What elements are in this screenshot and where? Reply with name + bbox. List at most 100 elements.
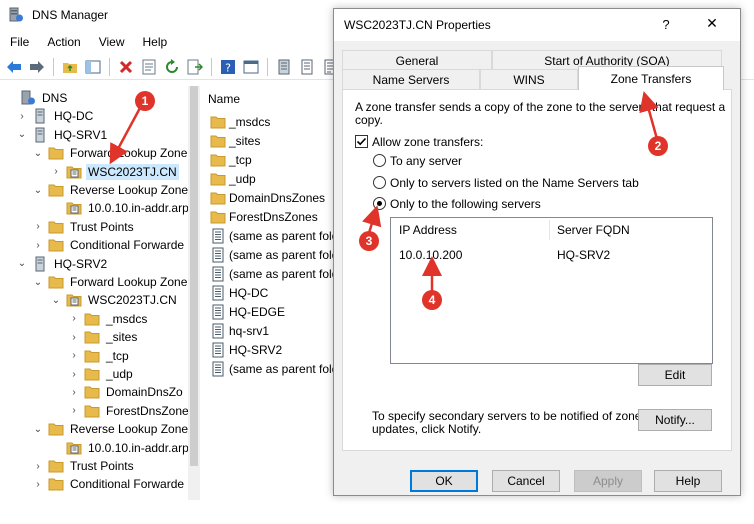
tree-item[interactable]: ⌄ WSC2023TJ.CN — [50, 291, 179, 309]
tree-item-label[interactable]: WSC2023TJ.CN — [86, 292, 179, 308]
menu-file[interactable]: File — [0, 35, 37, 49]
cancel-button[interactable]: Cancel — [492, 470, 560, 492]
tree-item[interactable]: ⌄ Forward Lookup Zone — [32, 144, 189, 162]
tree-item-label[interactable]: WSC2023TJ.CN — [86, 163, 179, 180]
list-item-label[interactable]: (same as parent fold — [229, 248, 334, 262]
tree-scrollbar-thumb[interactable] — [190, 86, 198, 466]
tree-item[interactable]: › WSC2023TJ.CN — [50, 163, 179, 181]
collapse-chevron-icon[interactable]: ⌄ — [50, 294, 62, 306]
menu-help[interactable]: Help — [133, 35, 176, 49]
back-arrow-icon[interactable] — [4, 57, 24, 77]
tree-item-label[interactable]: HQ-SRV2 — [52, 256, 109, 272]
tree-item-label[interactable]: DomainDnsZo — [104, 384, 185, 400]
tree-item-label[interactable]: Trust Points — [68, 219, 136, 235]
export-list-icon[interactable] — [185, 57, 205, 77]
list-item-label[interactable]: _msdcs — [229, 115, 270, 129]
server-ip-address[interactable]: 10.0.10.200 — [399, 248, 462, 262]
notify-button[interactable]: Notify... — [638, 409, 712, 431]
list-item-label[interactable]: HQ-EDGE — [229, 305, 285, 319]
column-header-server-fqdn[interactable]: Server FQDN — [551, 218, 630, 242]
dialog-close-icon[interactable]: ✕ — [704, 15, 720, 32]
list-item[interactable]: ForestDnsZones — [210, 208, 318, 226]
tree-item[interactable]: › Conditional Forwarde — [32, 236, 186, 254]
column-header-name[interactable]: Name — [208, 92, 240, 106]
allow-zone-transfers-checkbox[interactable] — [355, 135, 368, 148]
radio-any-server[interactable] — [373, 154, 386, 167]
tree-item-label[interactable]: HQ-SRV1 — [52, 127, 109, 143]
list-item-label[interactable]: _tcp — [229, 153, 252, 167]
refresh-icon[interactable] — [162, 57, 182, 77]
forward-arrow-icon[interactable] — [27, 57, 47, 77]
list-item-label[interactable]: (same as parent fold — [229, 267, 334, 281]
tree-item-label[interactable]: Conditional Forwarde — [68, 237, 186, 253]
tree-item-label[interactable]: DNS — [40, 90, 69, 106]
tree-scrollbar[interactable] — [188, 86, 200, 500]
tree-item[interactable]: DNS — [4, 89, 69, 107]
zone-transfer-server-list[interactable]: IP Address Server FQDN 10.0.10.200 HQ-SR… — [390, 217, 713, 364]
list-item-label[interactable]: ForestDnsZones — [229, 210, 318, 224]
list-item-label[interactable]: HQ-DC — [229, 286, 268, 300]
list-item[interactable]: _sites — [210, 132, 260, 150]
list-item[interactable]: HQ-EDGE — [210, 303, 285, 321]
column-header-ip-address[interactable]: IP Address — [393, 218, 457, 242]
tree-item[interactable]: › HQ-DC — [16, 107, 95, 125]
list-item[interactable]: DomainDnsZones — [210, 189, 325, 207]
tree-item-label[interactable]: Trust Points — [68, 458, 136, 474]
tree-item-label[interactable]: Conditional Forwarde — [68, 476, 186, 492]
radio-name-servers-tab-label[interactable]: Only to servers listed on the Name Serve… — [390, 177, 639, 190]
tree-item[interactable]: › Trust Points — [32, 457, 136, 475]
tree-item-label[interactable]: Forward Lookup Zone — [68, 145, 189, 161]
list-item-label[interactable]: hq-srv1 — [229, 324, 269, 338]
tree-item[interactable]: › DomainDnsZo — [68, 383, 185, 401]
tree-item[interactable]: 10.0.10.in-addr.arp — [50, 199, 191, 217]
list-item[interactable]: (same as parent fold — [210, 360, 334, 378]
expand-chevron-icon[interactable]: › — [68, 405, 80, 417]
tree-item[interactable]: › _tcp — [68, 347, 131, 365]
list-item-label[interactable]: HQ-SRV2 — [229, 343, 282, 357]
collapse-chevron-icon[interactable]: ⌄ — [32, 147, 44, 159]
zone-list-icon[interactable] — [297, 57, 317, 77]
server-fqdn[interactable]: HQ-SRV2 — [557, 248, 610, 262]
list-item[interactable]: _msdcs — [210, 113, 270, 131]
delete-icon[interactable] — [116, 57, 136, 77]
expand-chevron-icon[interactable]: › — [32, 239, 44, 251]
tree-item-label[interactable]: ForestDnsZone — [104, 403, 191, 419]
collapse-chevron-icon[interactable]: ⌄ — [32, 423, 44, 435]
tree-item-label[interactable]: Reverse Lookup Zone — [68, 421, 190, 437]
console-view-icon[interactable] — [241, 57, 261, 77]
list-item[interactable]: (same as parent fold — [210, 246, 334, 264]
tree-item[interactable]: › Trust Points — [32, 218, 136, 236]
tree-item-label[interactable]: 10.0.10.in-addr.arp — [86, 440, 191, 456]
list-item[interactable]: HQ-SRV2 — [210, 341, 282, 359]
tree-item-label[interactable]: _sites — [104, 329, 139, 345]
server-record-icon[interactable] — [274, 57, 294, 77]
expand-chevron-icon[interactable]: › — [16, 110, 28, 122]
apply-button[interactable]: Apply — [574, 470, 642, 492]
edit-button[interactable]: Edit — [638, 364, 712, 386]
expand-chevron-icon[interactable]: › — [68, 331, 80, 343]
tree-item-label[interactable]: HQ-DC — [52, 108, 95, 124]
list-item[interactable]: HQ-DC — [210, 284, 268, 302]
tree-item[interactable]: ⌄ Reverse Lookup Zone — [32, 420, 190, 438]
list-item-label[interactable]: DomainDnsZones — [229, 191, 325, 205]
radio-following-servers-label[interactable]: Only to the following servers — [390, 198, 541, 211]
tree-item[interactable]: › _udp — [68, 365, 135, 383]
list-item-label[interactable]: _udp — [229, 172, 256, 186]
list-item-label[interactable]: _sites — [229, 134, 260, 148]
help-icon[interactable]: ? — [218, 57, 238, 77]
tree-item-label[interactable]: Forward Lookup Zone — [68, 274, 189, 290]
radio-any-server-label[interactable]: To any server — [390, 155, 462, 168]
dialog-help-icon[interactable]: ? — [658, 17, 674, 32]
list-item[interactable]: (same as parent fold — [210, 265, 334, 283]
radio-following-servers[interactable] — [373, 197, 386, 210]
tree-item[interactable]: ⌄ HQ-SRV1 — [16, 126, 109, 144]
column-divider[interactable] — [549, 220, 550, 240]
radio-name-servers-tab[interactable] — [373, 176, 386, 189]
tree-item[interactable]: › Conditional Forwarde — [32, 475, 186, 493]
tree-item-label[interactable]: _msdcs — [104, 311, 149, 327]
tree-item-label[interactable]: _tcp — [104, 348, 131, 364]
expand-chevron-icon[interactable]: › — [50, 166, 62, 178]
tree-item[interactable]: ⌄ HQ-SRV2 — [16, 255, 109, 273]
menu-action[interactable]: Action — [37, 35, 88, 49]
up-folder-icon[interactable] — [60, 57, 80, 77]
